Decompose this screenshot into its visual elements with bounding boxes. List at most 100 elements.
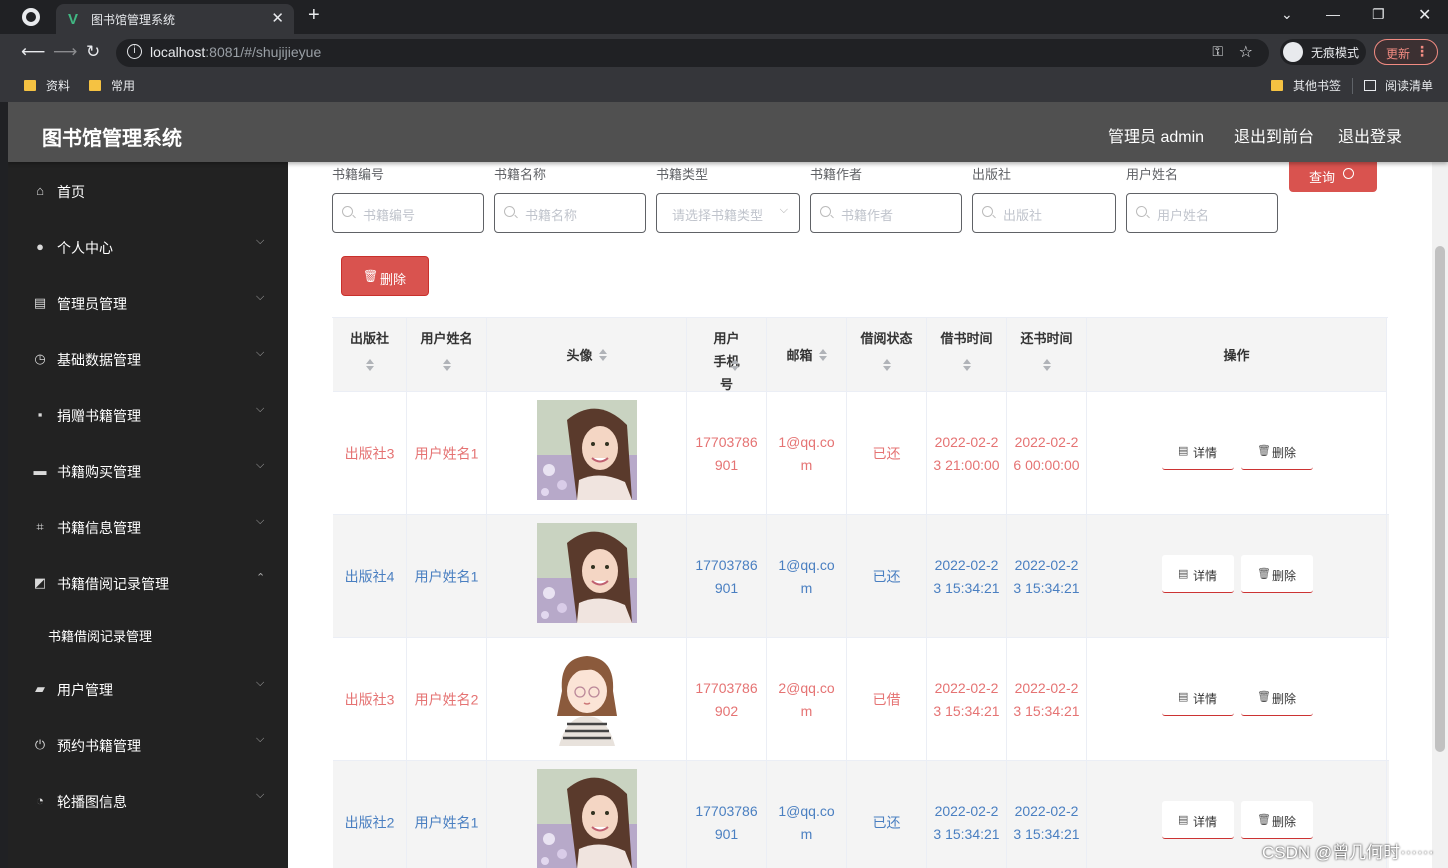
table-cell: 用户姓名1 [407, 515, 487, 638]
search-icon [982, 206, 993, 217]
scrollbar[interactable] [1432, 162, 1448, 868]
filter-input[interactable]: 书籍名称 [494, 193, 646, 233]
table-cell: 用户姓名2 [407, 638, 487, 761]
sort-caret-icon[interactable] [883, 359, 891, 371]
update-button[interactable]: 更新 ⋮ [1374, 39, 1438, 65]
detail-button[interactable]: ▤ 详情 [1162, 555, 1234, 593]
sidebar-item[interactable]: ◷ 基础数据管理 ⌵ [8, 330, 288, 386]
sidebar-item[interactable]: ⏻ 预约书籍管理 ⌵ [8, 716, 288, 772]
forward-icon[interactable]: ⟶ [53, 42, 77, 62]
delete-button[interactable]: 🗑 删除 [1241, 432, 1313, 470]
column-header[interactable]: 出版社 [333, 318, 407, 392]
column-header-label: 借阅状态 [860, 331, 913, 346]
delete-button[interactable]: 🗑 删除 [1241, 678, 1313, 716]
sort-caret-icon[interactable] [819, 349, 827, 361]
close-window-button[interactable]: ✕ [1418, 5, 1431, 25]
sort-caret-icon[interactable] [963, 359, 971, 371]
detail-button[interactable]: ▤ 详情 [1162, 801, 1234, 839]
detail-button[interactable]: ▤ 详情 [1162, 432, 1234, 470]
detail-button[interactable]: ▤ 详情 [1162, 678, 1234, 716]
logout-link[interactable]: 退出登录 [1338, 123, 1402, 147]
table-cell: 2022-02-23 15:34:21 [927, 638, 1007, 761]
sort-caret-icon[interactable] [1043, 359, 1051, 371]
browser-tab[interactable]: V 图书馆管理系统 ✕ [56, 4, 294, 34]
update-label: 更新 [1386, 47, 1411, 61]
column-header[interactable]: 头像 [487, 318, 687, 392]
trash-icon: 🗑 [1257, 445, 1271, 457]
restore-button[interactable]: ❐ [1372, 6, 1385, 23]
filter-label: 出版社 [972, 167, 1012, 182]
sidebar-subitem[interactable]: 书籍借阅记录管理 [8, 610, 288, 660]
column-header[interactable]: 借阅状态 [847, 318, 927, 392]
search-icon [1343, 168, 1354, 179]
sort-caret-icon[interactable] [731, 359, 739, 371]
chevron-icon: ⌵ [256, 733, 265, 745]
globe-icon[interactable] [22, 8, 40, 26]
delete-button[interactable]: 🗑 删除 [1241, 801, 1313, 839]
new-tab-button[interactable]: + [308, 4, 320, 27]
cell-value: 用户姓名1 [414, 568, 479, 584]
sort-caret-icon[interactable] [599, 349, 607, 361]
sidebar-item[interactable]: ⌗ 书籍信息管理 ⌵ [8, 498, 288, 554]
minimize-button[interactable]: — [1326, 6, 1340, 22]
url-input[interactable]: i localhost:8081/#/shujijieyue ⚿ ☆ [116, 39, 1269, 67]
input-placeholder: 书籍作者 [841, 208, 894, 223]
cell-value: 用户姓名2 [414, 691, 479, 707]
column-header[interactable]: 用户手机号 [687, 318, 767, 392]
column-header[interactable]: 用户姓名 [407, 318, 487, 392]
column-header[interactable]: 还书时间 [1007, 318, 1087, 392]
reading-list-label: 阅读清单 [1385, 79, 1434, 93]
scrollbar-thumb[interactable] [1435, 246, 1445, 752]
cell-value: 2022-02-23 15:34:21 [1013, 556, 1080, 596]
clock-icon: ◷ [34, 351, 46, 366]
sort-caret-icon[interactable] [443, 359, 451, 371]
chevron-icon: ⌵ [256, 291, 265, 303]
table-cell: 已借 [847, 638, 927, 761]
key-icon[interactable]: ⚿ [1212, 43, 1223, 60]
sidebar-item[interactable]: ⌂ 首页 [8, 162, 288, 218]
url-host: localhost [150, 44, 206, 60]
sidebar-item[interactable]: ▰ 用户管理 ⌵ [8, 660, 288, 716]
avatar [537, 769, 637, 868]
filter-input[interactable]: 用户姓名 [1126, 193, 1278, 233]
delete-button[interactable]: 🗑 删除 [1241, 555, 1313, 593]
search-icon [504, 206, 515, 217]
exit-to-frontend-link[interactable]: 退出到前台 [1234, 123, 1314, 147]
book-type-select[interactable]: 请选择书籍类型 ⌵ [656, 193, 800, 233]
table-cell: 2022-02-23 15:34:21 [1007, 515, 1087, 638]
sidebar-item[interactable]: ● 个人中心 ⌵ [8, 218, 288, 274]
site-info-icon[interactable]: i [127, 44, 142, 59]
filter-input[interactable]: 出版社 [972, 193, 1116, 233]
batch-delete-button[interactable]: 🗑 删除 [341, 256, 429, 296]
bookmark-folder[interactable]: 资料 [24, 77, 70, 94]
close-tab-icon[interactable]: ✕ [271, 9, 284, 27]
bookmark-star-icon[interactable]: ☆ [1239, 42, 1253, 62]
sort-caret-icon[interactable] [366, 359, 374, 371]
sidebar-item[interactable]: ▬ 书籍购买管理 ⌵ [8, 442, 288, 498]
back-icon[interactable]: ⟵ [21, 42, 45, 62]
trash-icon: 🗑 [1257, 814, 1271, 826]
query-button[interactable]: 查询 [1289, 162, 1377, 192]
sidebar-item-label: 书籍信息管理 [57, 520, 141, 536]
cell-value: 出版社2 [344, 814, 395, 830]
input-placeholder: 出版社 [1003, 208, 1043, 223]
sidebar-item[interactable]: ▤ 管理员管理 ⌵ [8, 274, 288, 330]
folder-icon [1271, 80, 1283, 91]
bookmark-folder[interactable]: 常用 [89, 77, 135, 94]
cell-value: 1@qq.com [778, 433, 835, 473]
sidebar-item[interactable]: ◔ 轮播图信息 ⌵ [8, 772, 288, 828]
sidebar-item[interactable]: ▪ 捐赠书籍管理 ⌵ [8, 386, 288, 442]
column-header[interactable]: 借书时间 [927, 318, 1007, 392]
borrow-records-table: 出版社 用户姓名 头像 用户手机号 邮箱 借阅状态 借书时间 还书时间 操作 出版社3 用户姓名1 1… [332, 317, 1389, 868]
other-bookmarks[interactable]: 其他书签 [1271, 77, 1341, 94]
filter-input[interactable]: 书籍作者 [810, 193, 962, 233]
reading-list[interactable]: 阅读清单 [1364, 77, 1433, 94]
sidebar-item[interactable]: ◩ 书籍借阅记录管理 ⌃ [8, 554, 288, 610]
tab-search-icon[interactable]: ⌄ [1281, 6, 1293, 23]
filter-input[interactable]: 书籍编号 [332, 193, 484, 233]
incognito-badge[interactable]: 无痕模式 [1280, 39, 1366, 65]
cell-value: 1@qq.com [778, 802, 835, 842]
reload-icon[interactable]: ↻ [86, 42, 100, 62]
admin-user-link[interactable]: 管理员 admin [1108, 123, 1204, 147]
column-header[interactable]: 邮箱 [767, 318, 847, 392]
